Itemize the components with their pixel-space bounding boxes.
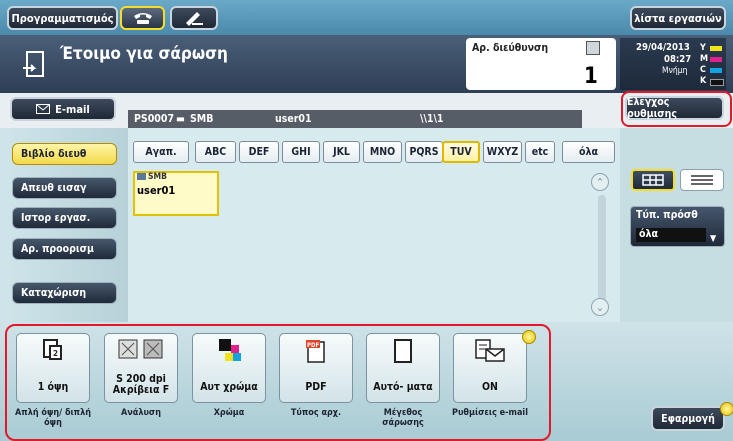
toner-c-bar bbox=[710, 68, 722, 73]
toner-y-bar bbox=[710, 46, 722, 51]
filter-abc[interactable]: ABC bbox=[195, 141, 236, 163]
toner-m-label: M bbox=[700, 54, 709, 64]
scrollbar-track[interactable] bbox=[598, 195, 606, 304]
destination-id: PS0007 bbox=[134, 113, 175, 125]
tile-file-type-value: PDF bbox=[305, 381, 327, 393]
address-entry-type: SMB bbox=[148, 172, 167, 182]
envelope-icon bbox=[36, 104, 51, 114]
apply-button[interactable]: Εφαρμογή bbox=[651, 406, 725, 431]
toner-k-bar bbox=[710, 79, 724, 86]
filter-ghi[interactable]: GHI bbox=[282, 141, 320, 163]
pen-icon bbox=[186, 12, 203, 26]
computer-icon bbox=[137, 173, 146, 180]
email-settings-icon bbox=[475, 339, 505, 362]
check-settings-button[interactable]: Ελεγχος ρυθμισης bbox=[625, 96, 724, 120]
address-count-value: 1 bbox=[584, 64, 598, 89]
filter-all[interactable]: όλα bbox=[562, 141, 615, 163]
tile-scan-size-caption: Μέγεθος σάρωσης bbox=[382, 408, 424, 428]
job-list-button[interactable]: λίστα εργασιών bbox=[630, 6, 726, 30]
program-button[interactable]: Προγραμματισμός bbox=[7, 6, 118, 30]
tile-color-caption: Χρώμα bbox=[213, 408, 245, 418]
sidebar-item-address-book[interactable]: Βιβλίο διευθ bbox=[12, 143, 117, 165]
tile-duplex-caption: Απλή όψη/ διπλή όψη bbox=[15, 408, 91, 428]
floppy-icon bbox=[586, 41, 600, 55]
toner-c-label: C bbox=[700, 65, 706, 75]
color-icon bbox=[219, 339, 241, 361]
document-scan-icon bbox=[23, 51, 44, 77]
register-button[interactable]: Καταχώριση bbox=[12, 282, 117, 304]
email-tab[interactable]: E-mail bbox=[10, 97, 116, 121]
destination-path: \\1\1 bbox=[420, 113, 444, 125]
toner-k-label: K bbox=[700, 76, 707, 86]
sidebar-item-job-history[interactable]: Ιστορ εργασ. bbox=[12, 207, 117, 229]
email-tab-label: E-mail bbox=[55, 102, 90, 116]
destination-type: SMB bbox=[190, 113, 214, 125]
destination-type-value: όλα bbox=[636, 228, 706, 242]
time-text: 08:27 bbox=[664, 54, 692, 65]
grid-icon bbox=[642, 174, 664, 186]
filter-tuv[interactable]: TUV bbox=[442, 141, 480, 163]
phone-button[interactable] bbox=[120, 6, 165, 30]
single-side-icon: 2 bbox=[43, 339, 62, 360]
filter-jkl[interactable]: JKL bbox=[323, 141, 360, 163]
pen-button[interactable] bbox=[170, 6, 218, 30]
svg-text:PDF: PDF bbox=[307, 342, 319, 349]
scroll-down-button[interactable]: ⌄ bbox=[591, 298, 609, 316]
tile-file-type-caption: Τύπος αρχ. bbox=[290, 408, 342, 418]
svg-text:2: 2 bbox=[53, 349, 58, 358]
chevron-down-icon: ▼ bbox=[710, 234, 717, 244]
list-view-button[interactable] bbox=[680, 169, 724, 191]
filter-favorites[interactable]: Αγαπ. bbox=[133, 141, 189, 163]
scroll-up-button[interactable]: ⌃ bbox=[591, 173, 609, 191]
address-entry-name: user01 bbox=[137, 184, 176, 197]
pdf-icon: PDF bbox=[306, 340, 325, 363]
computer-icon: ▬ bbox=[176, 113, 185, 125]
address-count-label: Αρ. διεύθυνση bbox=[472, 42, 549, 54]
tile-resolution-caption: Ανάλυση bbox=[120, 408, 161, 418]
filter-def[interactable]: DEF bbox=[239, 141, 279, 163]
status-title: Έτοιμο για σάρωση bbox=[60, 44, 228, 64]
filter-wxyz[interactable]: WXYZ bbox=[483, 141, 522, 163]
list-icon bbox=[691, 175, 713, 185]
destination-user: user01 bbox=[275, 113, 312, 125]
sidebar-item-direct-input[interactable]: Απευθ εισαγ bbox=[12, 177, 117, 199]
page-icon bbox=[394, 339, 412, 363]
resolution-icon bbox=[118, 339, 163, 359]
indicator-dot bbox=[522, 330, 536, 344]
scanner-screen: Προγραμματισμός λίστα εργασιών Έτοιμο γι… bbox=[0, 0, 733, 441]
tile-color-value: Αυτ χρώμα bbox=[200, 381, 258, 393]
selected-destination-bar: PS0007 ▬ SMB user01 \\1\1 bbox=[128, 110, 582, 130]
tile-email-settings-value: ON bbox=[482, 381, 498, 393]
filter-mno[interactable]: MNO bbox=[363, 141, 402, 163]
sidebar-item-destination-number[interactable]: Αρ. προορισμ bbox=[12, 238, 117, 260]
date-text: 29/04/2013 bbox=[636, 42, 690, 53]
tile-email-settings-caption: Ρυθμίσεις e-mail bbox=[452, 408, 528, 418]
tile-scan-size-value: Αυτό- ματα bbox=[373, 381, 433, 393]
memory-label: Μνήμη bbox=[662, 66, 688, 76]
tile-resolution-value: S 200 dpi Ακρίβεια F bbox=[112, 373, 170, 396]
destination-type-label: Τύπ. πρόσθ bbox=[636, 209, 698, 221]
toner-m-bar bbox=[710, 57, 722, 62]
toner-y-label: Y bbox=[700, 43, 706, 53]
filter-etc[interactable]: etc bbox=[525, 141, 555, 163]
grid-view-button[interactable] bbox=[631, 169, 675, 191]
phone-icon bbox=[133, 13, 152, 24]
tile-duplex-value: 1 όψη bbox=[37, 381, 69, 393]
filter-pqrs[interactable]: PQRS bbox=[405, 141, 443, 163]
indicator-dot bbox=[720, 402, 733, 416]
